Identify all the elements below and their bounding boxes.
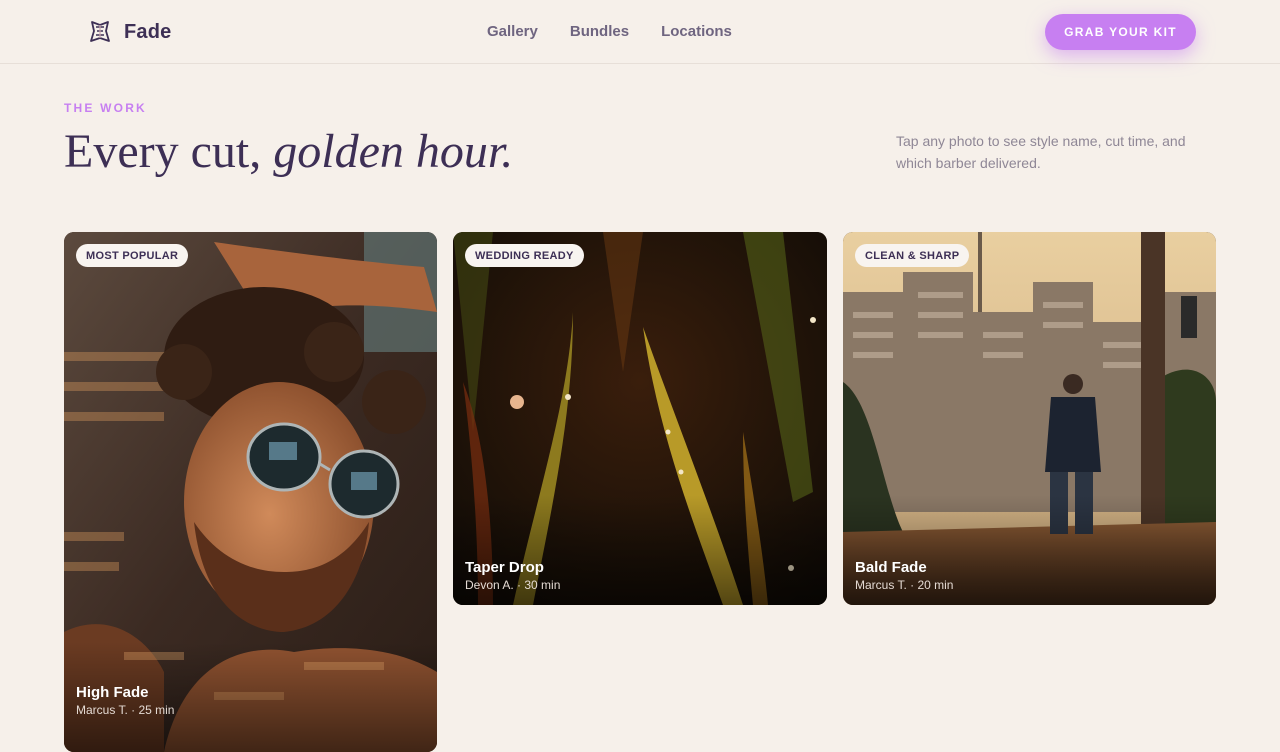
card-title: Bald Fade [855,559,927,576]
card-meta: Marcus T. · 25 min [76,703,175,717]
nav-link-locations[interactable]: Locations [661,22,732,42]
main-nav: Gallery Bundles Locations [487,22,732,42]
card-badge: MOST POPULAR [76,244,189,267]
section-eyebrow: THE WORK [64,101,147,115]
headline-italic: golden hour. [273,125,514,178]
grab-your-kit-button[interactable]: GRAB YOUR KIT [1045,14,1196,50]
gallery-card-bald-fade[interactable]: CLEAN & SHARP Bald Fade Marcus T. · 20 m… [843,232,1216,605]
ornate-crest-icon [90,21,110,42]
nav-link-gallery[interactable]: Gallery [487,22,538,42]
card-meta: Devon A. · 30 min [465,578,561,592]
section-headline: Every cut, golden hour. [64,124,513,180]
brand-home-link[interactable]: Fade [88,18,171,46]
card-badge: CLEAN & SHARP [855,244,970,267]
top-nav-bar: Fade Gallery Bundles Locations GRAB YOUR… [0,0,1280,64]
card-title: High Fade [76,684,149,701]
gallery-card-taper-drop[interactable]: WEDDING READY Taper Drop Devon A. · 30 m… [453,232,827,605]
section-hint: Tap any photo to see style name, cut tim… [896,133,1186,171]
card-meta: Marcus T. · 20 min [855,578,954,592]
card-title: Taper Drop [465,559,544,576]
gallery-card-high-fade[interactable]: MOST POPULAR High Fade Marcus T. · 25 mi… [64,232,437,752]
nav-link-bundles[interactable]: Bundles [570,22,629,42]
brand-name: Fade [124,20,172,43]
headline-plain: Every cut, [64,125,274,178]
card-badge: WEDDING READY [465,244,584,267]
